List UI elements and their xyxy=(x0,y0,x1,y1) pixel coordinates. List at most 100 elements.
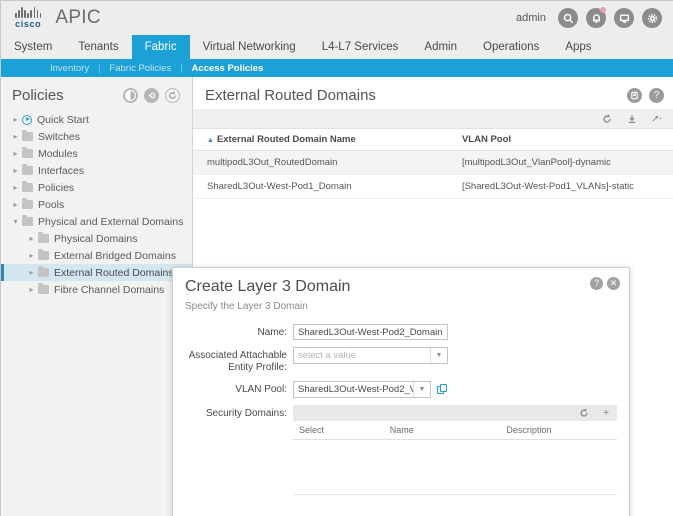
cell-vlan-pool: [multipodL3Out_VlanPool]-dynamic xyxy=(447,150,673,175)
tree-item-label: Policies xyxy=(38,181,75,194)
contrast-icon[interactable] xyxy=(123,87,138,103)
brand-area: cisco APIC xyxy=(1,7,101,29)
gear-icon[interactable] xyxy=(642,8,662,28)
tree-item-quick-start[interactable]: ▸ Quick Start xyxy=(1,111,192,128)
nav-tab-l4-l7-services[interactable]: L4-L7 Services xyxy=(309,35,412,59)
close-icon[interactable]: ✕ xyxy=(607,277,620,290)
actions-icon[interactable] xyxy=(652,114,662,124)
help-icon[interactable]: ? xyxy=(590,277,603,290)
folder-icon xyxy=(38,283,49,294)
add-icon[interactable]: + xyxy=(603,408,609,419)
subnav-item-access-policies[interactable]: Access Policies xyxy=(183,63,273,74)
nav-tab-system[interactable]: System xyxy=(1,35,65,59)
tree-item-external-routed-domains[interactable]: ▸ External Routed Domains xyxy=(1,264,192,281)
sidebar-header-actions xyxy=(123,87,184,103)
tree-item-physical-domains[interactable]: ▸ Physical Domains xyxy=(1,230,192,247)
tree-item-fibre-channel-domains[interactable]: ▸ Fibre Channel Domains xyxy=(1,281,192,298)
chevron-right-icon[interactable]: ▸ xyxy=(27,268,36,277)
tree-item-external-bridged-domains[interactable]: ▸ External Bridged Domains xyxy=(1,247,192,264)
tree-item-label: Fibre Channel Domains xyxy=(54,283,165,296)
column-header-name: Name xyxy=(383,421,501,440)
folder-icon xyxy=(22,198,33,209)
bell-icon[interactable] xyxy=(586,7,606,28)
cisco-wordmark: cisco xyxy=(15,19,42,29)
content-header-actions: ? xyxy=(627,87,664,103)
help-icon[interactable]: ? xyxy=(649,87,664,103)
chevron-right-icon[interactable]: ▸ xyxy=(11,200,20,209)
aep-select[interactable]: select a value ▼ xyxy=(293,347,448,364)
table-row[interactable]: SharedL3Out-West-Pod1_Domain [SharedL3Ou… xyxy=(193,174,673,199)
policies-sidebar: Policies ▸ Quick Start ▸ Switches ▸ Modu… xyxy=(1,77,193,516)
vlan-pool-select[interactable]: SharedL3Out-West-Pod2_VLANs(s ▼ xyxy=(293,381,431,398)
column-header-select: Select xyxy=(293,421,384,440)
nav-tab-apps[interactable]: Apps xyxy=(552,35,604,59)
security-domains-toolbar: + xyxy=(293,405,617,421)
tree-item-label: Switches xyxy=(38,130,81,143)
folder-icon xyxy=(22,164,33,175)
cell-domain-name: multipodL3Out_RoutedDomain xyxy=(193,150,448,175)
chevron-right-icon[interactable]: ▸ xyxy=(11,132,20,141)
chevron-down-icon[interactable]: ▼ xyxy=(430,348,447,363)
nav-tab-fabric[interactable]: Fabric xyxy=(131,35,190,59)
nav-tab-admin[interactable]: Admin xyxy=(411,35,470,59)
tree-item-label: Pools xyxy=(38,198,65,211)
tree-item-physical-and-external-domains[interactable]: ▾ Physical and External Domains xyxy=(1,213,192,230)
chevron-right-icon[interactable]: ▸ xyxy=(11,183,20,192)
chevron-right-icon[interactable]: ▸ xyxy=(27,251,36,260)
table-toolbar xyxy=(193,109,673,129)
tree-item-policies[interactable]: ▸ Policies xyxy=(1,179,192,196)
subnav-item-inventory[interactable]: Inventory xyxy=(41,63,98,74)
nav-tab-tenants[interactable]: Tenants xyxy=(65,35,131,59)
chevron-right-icon[interactable]: ▸ xyxy=(11,166,20,175)
collapse-panel-icon[interactable] xyxy=(144,87,159,103)
nav-tab-virtual-networking[interactable]: Virtual Networking xyxy=(190,35,309,59)
dialog-header-actions: ? ✕ xyxy=(590,277,620,290)
user-label[interactable]: admin xyxy=(516,12,546,24)
chevron-down-icon[interactable]: ▾ xyxy=(11,217,20,226)
copy-icon[interactable] xyxy=(437,383,449,396)
policies-tree: ▸ Quick Start ▸ Switches ▸ Modules ▸ Int… xyxy=(1,111,192,298)
search-icon[interactable] xyxy=(558,8,578,28)
main-navigation-tabs: System Tenants Fabric Virtual Networking… xyxy=(1,35,673,59)
tree-item-switches[interactable]: ▸ Switches xyxy=(1,128,192,145)
folder-icon xyxy=(38,249,49,260)
refresh-icon[interactable] xyxy=(165,87,180,103)
folder-icon xyxy=(22,130,33,141)
top-header-bar: cisco APIC admin xyxy=(1,1,673,35)
refresh-icon[interactable] xyxy=(579,408,589,418)
column-header-vlan-pool[interactable]: VLAN Pool xyxy=(447,129,673,151)
header-actions: admin xyxy=(516,7,673,28)
column-header-domain-name[interactable]: ▲ External Routed Domain Name xyxy=(193,129,448,151)
nav-tab-operations[interactable]: Operations xyxy=(470,35,552,59)
tree-item-label: Modules xyxy=(38,147,78,160)
chevron-right-icon[interactable]: ▸ xyxy=(11,115,20,124)
security-domains-empty-body xyxy=(293,440,617,495)
field-row-security-domains: Security Domains: + Select Name Descript… xyxy=(185,405,617,495)
chevron-right-icon[interactable]: ▸ xyxy=(11,149,20,158)
chevron-right-icon[interactable]: ▸ xyxy=(27,234,36,243)
tree-item-pools[interactable]: ▸ Pools xyxy=(1,196,192,213)
content-header: External Routed Domains ? xyxy=(193,77,673,109)
chevron-down-icon[interactable]: ▼ xyxy=(413,382,430,397)
cisco-logo-icon: cisco xyxy=(15,7,42,29)
folder-icon xyxy=(22,147,33,158)
chevron-right-icon[interactable]: ▸ xyxy=(27,285,36,294)
tree-item-label: External Bridged Domains xyxy=(54,249,176,262)
name-label: Name: xyxy=(257,327,287,338)
name-input[interactable] xyxy=(293,324,448,340)
tree-item-label: Interfaces xyxy=(38,164,85,177)
column-header-description: Description xyxy=(500,421,617,440)
folder-icon xyxy=(38,232,49,243)
refresh-icon[interactable] xyxy=(602,114,612,124)
subnav-item-fabric-policies[interactable]: Fabric Policies xyxy=(100,63,180,74)
download-icon[interactable] xyxy=(627,114,637,124)
dialog-subtitle: Specify the Layer 3 Domain xyxy=(185,301,308,312)
tree-item-interfaces[interactable]: ▸ Interfaces xyxy=(1,162,192,179)
tree-item-modules[interactable]: ▸ Modules xyxy=(1,145,192,162)
table-row[interactable]: multipodL3Out_RoutedDomain [multipodL3Ou… xyxy=(193,150,673,175)
create-layer-3-domain-dialog: Create Layer 3 Domain Specify the Layer … xyxy=(172,267,630,516)
quickstart-icon xyxy=(22,114,32,125)
sidebar-title: Policies xyxy=(12,86,64,104)
page-tools-icon[interactable] xyxy=(627,87,642,103)
feedback-icon[interactable] xyxy=(614,8,634,28)
